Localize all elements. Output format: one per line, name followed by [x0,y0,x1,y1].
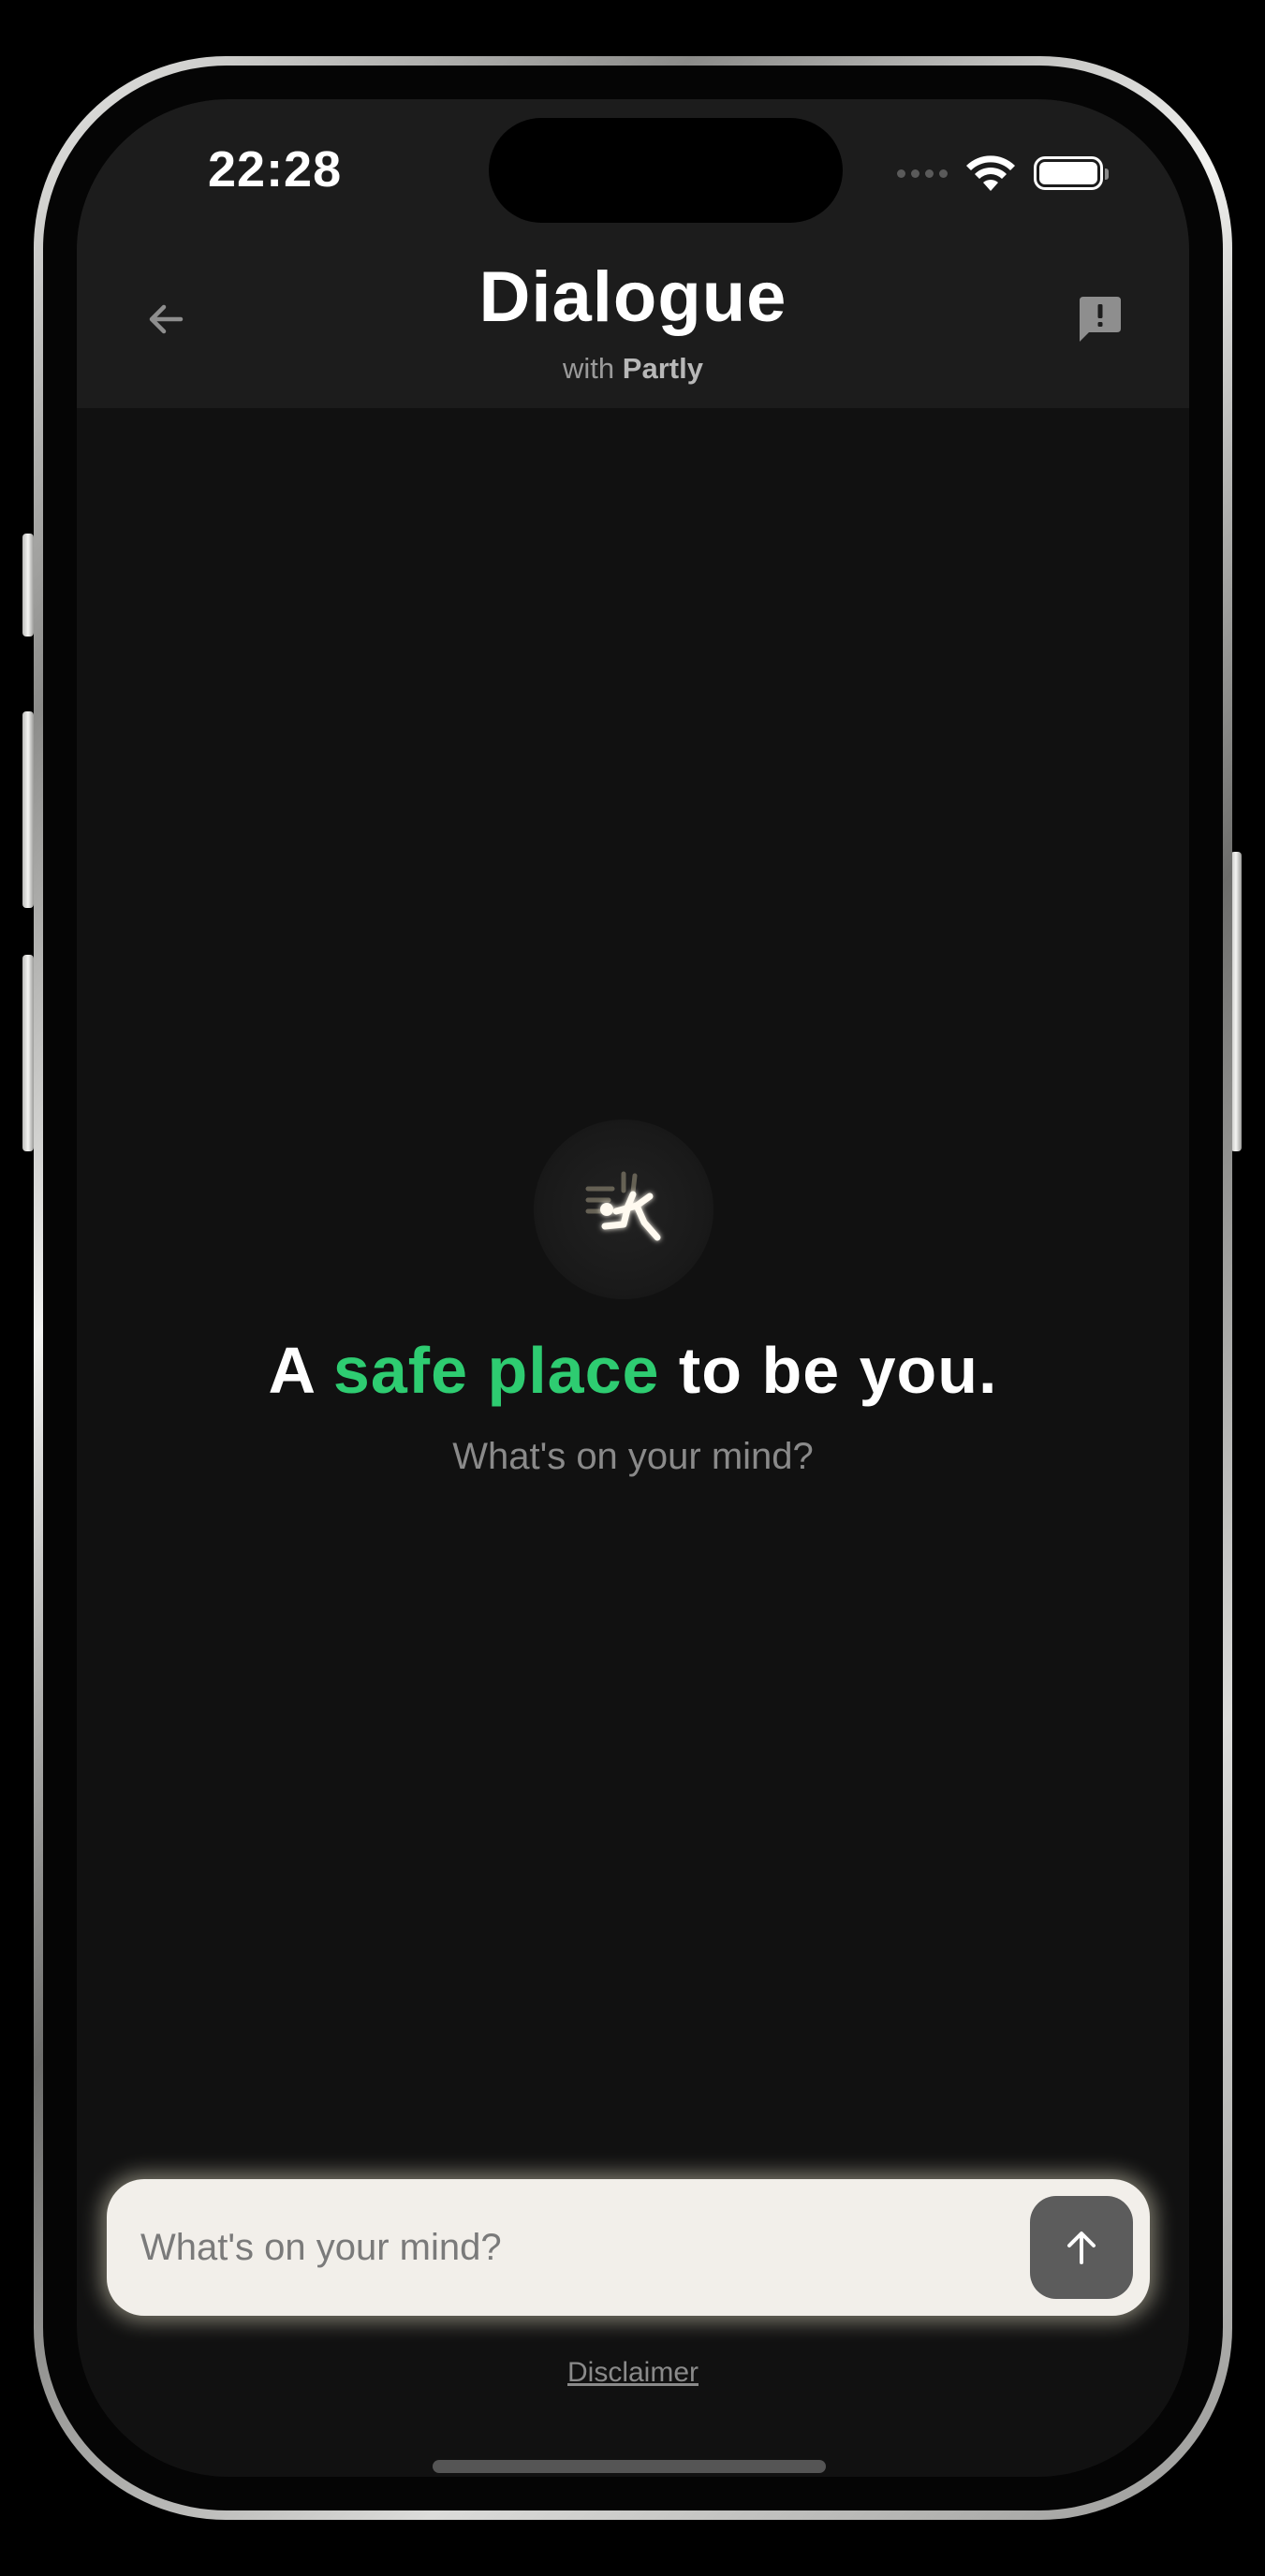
subtitle-prefix: with [563,352,615,385]
subtitle-brand: Partly [622,352,703,385]
message-composer [107,2179,1150,2316]
message-input[interactable] [140,2179,983,2316]
volume-up-button [22,711,34,908]
dynamic-island [489,118,843,223]
page-title: Dialogue [478,257,787,337]
home-indicator[interactable] [433,2460,826,2473]
status-bar: 22:28 [77,99,1189,249]
page-subtitle: with Partly [77,352,1189,386]
action-button [22,534,34,637]
app-screen: 22:28 Dialogue with Partly A safe place … [77,99,1189,2477]
volume-down-button [22,955,34,1151]
falling-figure-logo [534,1120,713,1299]
disclaimer-link[interactable]: Disclaimer [77,2357,1189,2389]
arrow-up-icon [1067,2232,1096,2264]
send-button[interactable] [1030,2196,1133,2299]
cellular-signal-icon [897,168,948,178]
wifi-icon [966,155,1015,191]
status-time: 22:28 [208,141,343,198]
hero-heading-part1: A [268,1334,333,1407]
hero-subheading: What's on your mind? [452,1436,814,1477]
hero-heading: A safe place to be you. [77,1333,1189,1408]
phone-bezel: 22:28 Dialogue with Partly A safe place … [43,66,1223,2510]
phone-frame: 22:28 Dialogue with Partly A safe place … [34,56,1232,2520]
app-header: Dialogue with Partly [77,249,1189,408]
falling-figure-icon [585,1171,661,1241]
battery-icon [1034,156,1109,190]
report-button[interactable] [1067,286,1133,352]
hero-heading-accent: safe place [332,1334,660,1407]
status-icons [897,154,1109,193]
report-message-icon [1080,297,1121,342]
hero-heading-part2: to be you. [659,1334,998,1407]
